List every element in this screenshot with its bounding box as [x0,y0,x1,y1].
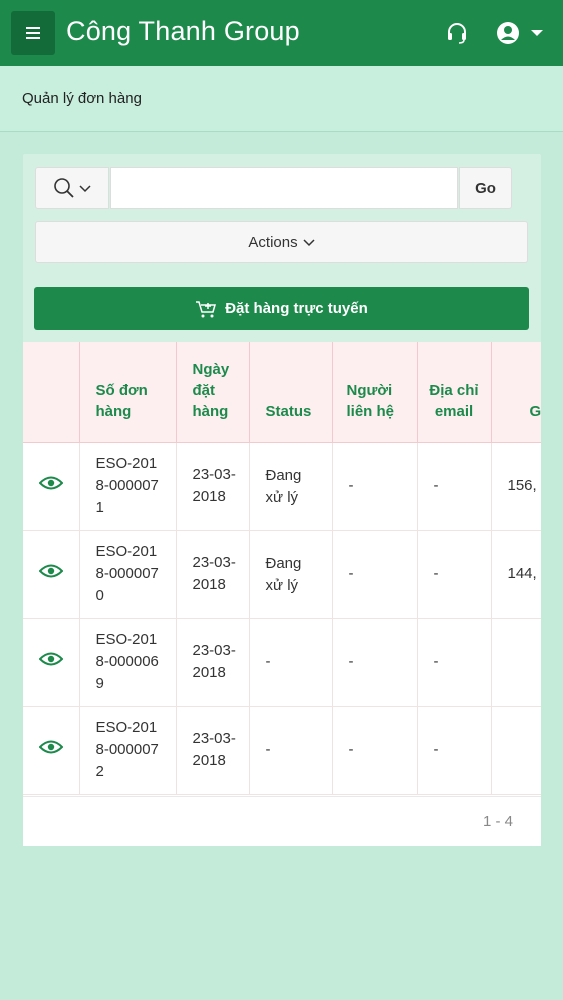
status-text: Đang xử lý [265,466,302,506]
table-footer: 1 - 4 [23,796,541,846]
status-cell: - [249,706,333,795]
order-date-cell: 23-03-2018 [176,442,250,531]
go-button[interactable]: Go [459,167,512,209]
total-cell [491,706,541,795]
column-header-order-date[interactable]: Ngày đặt hàng [176,342,250,443]
total-cell [491,618,541,707]
user-circle-icon [497,22,519,44]
status-cell: Đang xử lý [249,442,333,531]
column-header-view [23,342,80,443]
view-cell[interactable] [23,442,80,531]
search-column-selector[interactable] [35,167,109,209]
eye-icon[interactable] [38,651,64,667]
column-header-order-number[interactable]: Số đơn hàng [79,342,177,443]
order-online-button[interactable]: Đặt hàng trực tuyến [34,287,529,330]
search-icon [54,178,74,198]
search-input[interactable] [110,167,458,209]
app-title[interactable]: Công Thanh Group [66,16,300,47]
order-number-cell: ESO-2018-0000071 [79,442,177,531]
order-number-cell: ESO-2018-0000070 [79,530,177,619]
column-header-contact[interactable]: Người liên hệ [332,342,418,443]
contact-cell: - [332,618,418,707]
email-cell: - [417,706,492,795]
pagination-label: 1 - 4 [482,813,513,830]
status-text: Đang xử lý [265,554,302,594]
total-cell: 144, [491,530,541,619]
breadcrumb-current: Quản lý đơn hàng [22,90,142,107]
order-date-cell: 23-03-2018 [176,530,250,619]
email-cell: - [417,618,492,707]
table-row: ESO-2018-0000072 23-03-2018 - - - [23,706,541,795]
email-cell: - [417,442,492,531]
contact-cell: - [332,442,418,531]
orders-table: Số đơn hàng Ngày đặt hàng Status Người l… [23,342,541,795]
cart-icon [196,300,217,317]
status-cell: Đang xử lý [249,530,333,619]
actions-menu-button[interactable]: Actions [35,221,528,263]
column-header-status[interactable]: Status [249,342,333,443]
table-row: ESO-2018-0000070 23-03-2018 Đang xử lý -… [23,530,541,619]
contact-cell: - [332,530,418,619]
table-header-row: Số đơn hàng Ngày đặt hàng Status Người l… [23,342,541,443]
table-row: ESO-2018-0000071 23-03-2018 Đang xử lý -… [23,442,541,531]
user-menu-button[interactable] [495,19,547,47]
order-number-cell: ESO-2018-0000069 [79,618,177,707]
table-row: ESO-2018-0000069 23-03-2018 - - - [23,618,541,707]
order-date-cell: 23-03-2018 [176,706,250,795]
view-cell[interactable] [23,530,80,619]
hamburger-icon [26,27,40,39]
caret-down-icon [531,30,543,36]
chevron-down-icon [303,239,315,247]
chevron-down-icon [79,185,91,193]
email-cell: - [417,530,492,619]
eye-icon[interactable] [38,475,64,491]
order-date-cell: 23-03-2018 [176,618,250,707]
order-online-label: Đặt hàng trực tuyến [225,300,368,317]
view-cell[interactable] [23,618,80,707]
breadcrumb-bar: Quản lý đơn hàng [0,66,563,132]
eye-icon[interactable] [38,563,64,579]
menu-button[interactable] [11,11,55,55]
eye-icon[interactable] [38,739,64,755]
column-header-total[interactable]: G [491,342,541,443]
contact-cell: - [332,706,418,795]
total-cell: 156, [491,442,541,531]
orders-table-container[interactable]: Số đơn hàng Ngày đặt hàng Status Người l… [23,342,541,796]
headset-icon[interactable] [444,20,470,46]
status-cell: - [249,618,333,707]
column-header-email[interactable]: Địa chỉ email [417,342,492,443]
order-number-cell: ESO-2018-0000072 [79,706,177,795]
view-cell[interactable] [23,706,80,795]
top-navbar: Công Thanh Group [0,0,563,66]
actions-label: Actions [248,233,298,251]
